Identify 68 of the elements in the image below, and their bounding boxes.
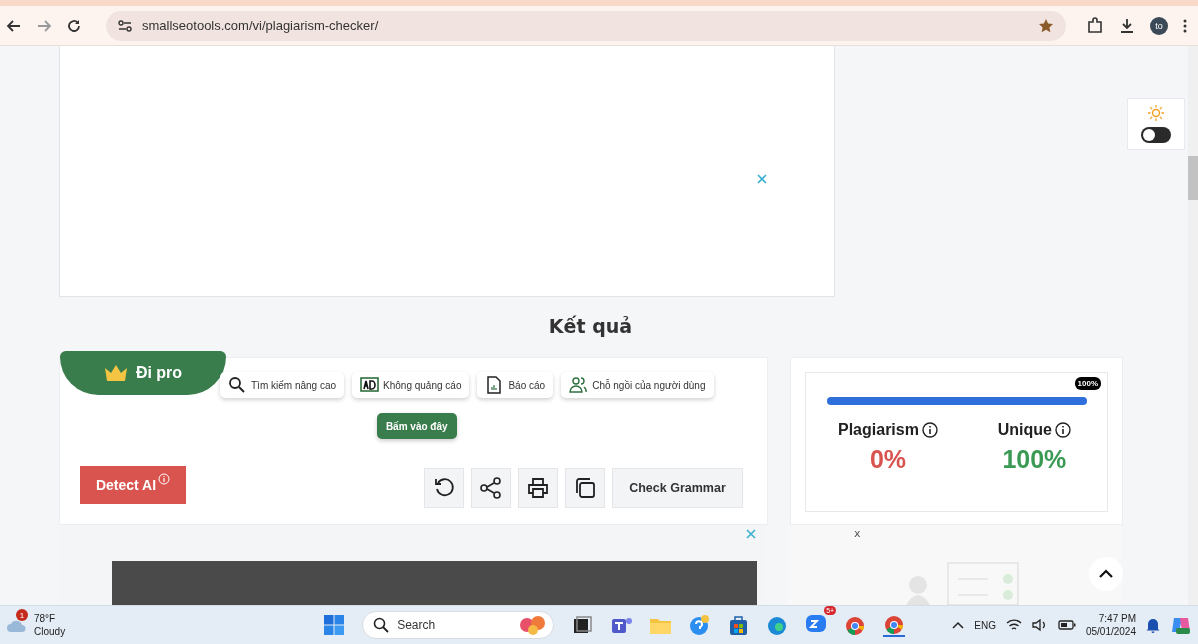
reload-icon[interactable] [66, 17, 82, 34]
clock-time: 7:47 PM [1098, 612, 1136, 625]
search-icon [373, 617, 390, 633]
scrollbar-thumb[interactable] [1188, 156, 1198, 200]
section-heading: Kết quả [547, 315, 634, 340]
scroll-top-button[interactable] [1089, 557, 1123, 591]
feature-label: Báo cáo [508, 379, 546, 391]
taskbar-search[interactable]: Search [362, 611, 555, 639]
clock-date: 05/01/2024 [1085, 625, 1136, 638]
feature-label: Không quảng cáo [383, 379, 462, 391]
temperature: 78°F [34, 612, 57, 625]
feature-label: Chỗ ngồi của người dùng [592, 379, 706, 391]
weather-widget[interactable]: 1 78°F Cloudy [6, 612, 206, 638]
no-ads-icon [360, 376, 380, 395]
address-bar[interactable]: smallseotools.com/vi/plagiarism-checker/ [106, 10, 1066, 41]
profile-avatar[interactable]: to [1150, 16, 1168, 35]
battery-icon[interactable] [1057, 619, 1076, 631]
info-icon [921, 422, 938, 439]
ad-close-button[interactable]: x [854, 527, 861, 541]
menu-icon[interactable] [1182, 17, 1188, 34]
pro-ribbon[interactable]: Đi pro [60, 351, 226, 396]
users-icon [569, 376, 589, 395]
wifi-icon[interactable] [1005, 618, 1022, 632]
chevron-up-icon[interactable] [952, 621, 965, 629]
forward-icon[interactable] [36, 17, 52, 34]
clock[interactable]: 7:47 PM 05/01/2024 [1085, 612, 1136, 638]
tool-button[interactable] [424, 468, 464, 509]
download-icon[interactable] [1118, 16, 1136, 35]
back-icon[interactable] [6, 17, 22, 34]
weather-condition: Cloudy [34, 625, 66, 638]
printer-icon [527, 477, 549, 500]
stat-label: Plagiarism [838, 421, 919, 440]
tool-button[interactable] [518, 468, 558, 509]
language-indicator[interactable]: ENG [974, 619, 996, 631]
site-info-icon [118, 18, 132, 33]
star-icon[interactable] [1038, 17, 1054, 34]
crown-icon [103, 364, 128, 383]
notification-badge: 1 [16, 609, 28, 621]
scrollbar[interactable] [1188, 46, 1198, 605]
speaker-icon[interactable] [1031, 618, 1048, 632]
stat-value: 100% [1002, 445, 1067, 475]
browser-icon[interactable] [844, 614, 867, 636]
bell-icon[interactable] [1146, 617, 1160, 633]
help-icon[interactable] [688, 614, 711, 636]
click-here-button[interactable]: Bấm vào đây [376, 413, 457, 440]
detect-ai-button[interactable]: Detect AI [80, 466, 186, 505]
extensions-icon[interactable] [1086, 16, 1104, 35]
info-icon [158, 473, 171, 486]
browser-icon[interactable] [883, 613, 906, 637]
percent-badge: 100% [1074, 377, 1101, 391]
task-view-icon[interactable] [571, 614, 594, 636]
info-icon [1055, 422, 1071, 439]
theme-toggle[interactable] [1141, 127, 1171, 143]
store-icon[interactable] [727, 614, 750, 636]
tool-button[interactable] [565, 468, 605, 509]
share-icon [480, 477, 502, 500]
url-text: smallseotools.com/vi/plagiarism-checker/ [142, 18, 379, 33]
stat-label: Unique [997, 421, 1052, 440]
check-grammar-button[interactable]: Check Grammar [612, 468, 743, 509]
feature-label: Tìm kiếm nâng cao [251, 379, 337, 391]
edge-icon[interactable] [766, 614, 789, 636]
sun-icon [1148, 105, 1164, 121]
tool-button[interactable] [471, 468, 511, 509]
chat-app-icon[interactable] [805, 612, 828, 634]
start-icon[interactable] [323, 614, 346, 636]
copy-icon [574, 477, 596, 500]
search-icon [228, 376, 247, 395]
stat-value: 0% [869, 445, 907, 475]
